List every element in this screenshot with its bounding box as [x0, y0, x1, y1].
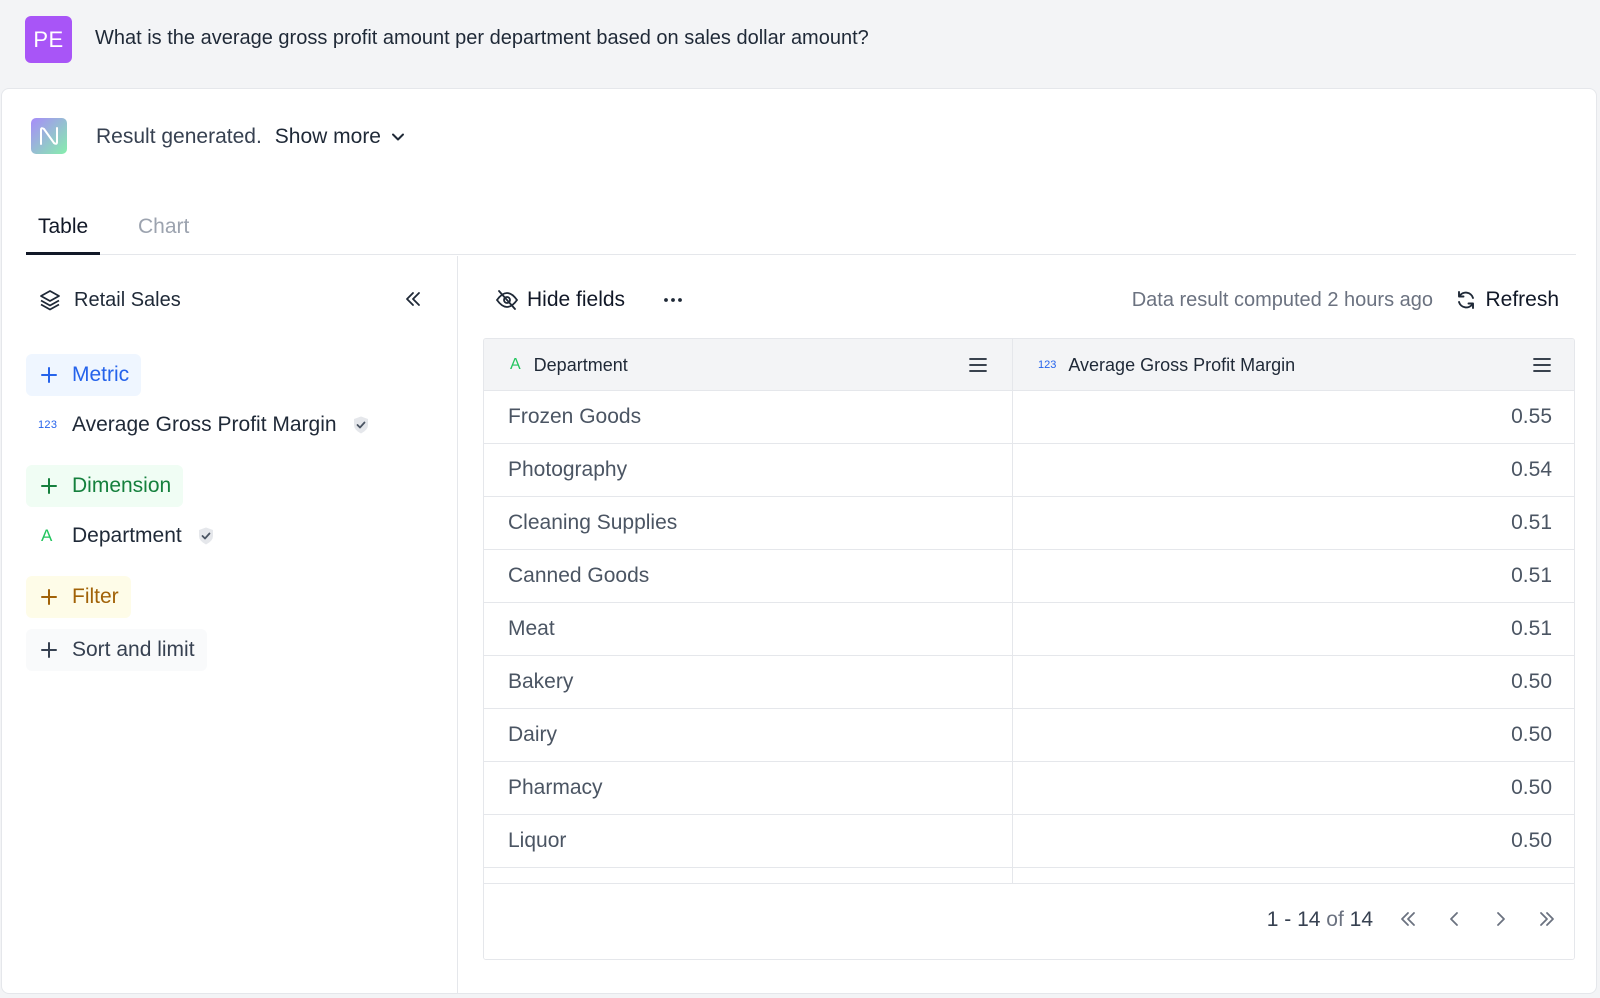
department-cell: Photography [484, 444, 1013, 496]
dimension-field-label: Department [72, 524, 182, 547]
text-type-icon: A [510, 356, 521, 373]
plus-icon [40, 641, 58, 659]
query-builder-sidebar: Retail Sales Metric 123 Average Gross Pr… [2, 256, 458, 994]
column-menu-icon[interactable] [968, 355, 988, 380]
department-cell: Frozen Goods [484, 391, 1013, 443]
table-pagination: 1 - 14 of 14 [484, 883, 1574, 959]
department-cell: Pharmacy [484, 762, 1013, 814]
table-row[interactable]: Gifts 0.49 [484, 868, 1574, 883]
plus-icon [40, 477, 58, 495]
previous-page-icon[interactable] [1443, 908, 1465, 935]
number-type-icon: 123 [38, 419, 58, 431]
table-row[interactable]: Pharmacy 0.50 [484, 762, 1574, 815]
department-cell: Bakery [484, 656, 1013, 708]
column-header-label: Average Gross Profit Margin [1068, 354, 1296, 375]
refresh-label: Refresh [1485, 288, 1559, 311]
eye-off-icon [495, 290, 519, 310]
margin-cell: 0.55 [1511, 405, 1552, 428]
column-header-label: Department [533, 354, 628, 375]
table-row[interactable]: Meat 0.51 [484, 603, 1574, 656]
verified-check-icon [351, 415, 371, 435]
page-of-label: of [1326, 908, 1344, 931]
add-sort-limit-button[interactable]: Sort and limit [26, 629, 207, 671]
text-type-icon: A [41, 526, 53, 545]
metric-field-label: Average Gross Profit Margin [72, 413, 337, 436]
margin-cell: 0.50 [1511, 829, 1552, 852]
results-panel: Hide fields Data result computed 2 hours… [459, 256, 1575, 994]
results-table: A Department 123 Average Gross Profit Ma… [483, 338, 1575, 960]
department-cell: Canned Goods [484, 550, 1013, 602]
column-header-department[interactable]: A Department [484, 339, 1013, 391]
column-menu-icon[interactable] [1532, 355, 1552, 380]
plus-icon [40, 588, 58, 606]
dataset-name: Retail Sales [74, 288, 181, 311]
add-dimension-button[interactable]: Dimension [26, 465, 184, 507]
table-row[interactable]: Canned Goods 0.51 [484, 550, 1574, 603]
dataset-title: Retail Sales [38, 288, 181, 312]
tab-chart[interactable]: Chart [126, 215, 201, 255]
hide-fields-button[interactable]: Hide fields [495, 288, 625, 312]
page-range-info: 1 - 14 of 14 [1267, 908, 1373, 932]
department-cell: Gifts [484, 868, 1013, 883]
last-page-icon[interactable] [1536, 908, 1558, 935]
department-cell: Dairy [484, 709, 1013, 761]
hide-fields-label: Hide fields [527, 288, 626, 311]
margin-cell: 0.50 [1511, 776, 1552, 799]
margin-cell: 0.51 [1511, 511, 1552, 534]
more-options-icon[interactable] [661, 288, 685, 317]
user-avatar: PE [25, 16, 72, 63]
margin-cell: 0.50 [1511, 723, 1552, 746]
assistant-logo-icon [31, 118, 67, 154]
first-page-icon[interactable] [1397, 908, 1419, 935]
margin-cell: 0.51 [1511, 617, 1552, 640]
table-body: Frozen Goods 0.55 Photography 0.54 Clean… [484, 391, 1574, 883]
result-status: Result generated. Show more [96, 125, 405, 149]
question-text: What is the average gross profit amount … [95, 27, 869, 49]
page-range: 1 - 14 [1266, 908, 1321, 931]
question-bar: PE What is the average gross profit amou… [0, 0, 1600, 88]
layers-icon [40, 290, 60, 311]
result-card: Result generated. Show more Table Chart … [1, 88, 1597, 994]
table-row[interactable]: Frozen Goods 0.55 [484, 391, 1574, 444]
chevron-down-icon [392, 133, 404, 141]
tab-table[interactable]: Table [26, 215, 101, 255]
add-filter-button[interactable]: Filter [26, 576, 131, 618]
add-filter-label: Filter [72, 585, 119, 608]
show-more-label: Show more [274, 125, 381, 148]
dimension-field-item[interactable]: A Department [38, 524, 216, 548]
computed-timestamp: Data result computed 2 hours ago [1131, 289, 1433, 311]
table-row[interactable]: Cleaning Supplies 0.51 [484, 497, 1574, 550]
refresh-icon [1458, 291, 1475, 309]
department-cell: Cleaning Supplies [484, 497, 1013, 549]
add-dimension-label: Dimension [72, 474, 172, 497]
collapse-sidebar-icon[interactable] [402, 288, 424, 315]
add-metric-button[interactable]: Metric [26, 354, 142, 396]
column-header-average-gross-profit-margin[interactable]: 123 Average Gross Profit Margin [1013, 339, 1574, 391]
margin-cell: 0.51 [1511, 564, 1552, 587]
refresh-button[interactable]: Refresh [1455, 288, 1559, 312]
margin-cell: 0.50 [1511, 670, 1552, 693]
verified-check-icon [196, 526, 216, 546]
table-row[interactable]: Photography 0.54 [484, 444, 1574, 497]
number-type-icon: 123 [1038, 359, 1057, 371]
table-row[interactable]: Liquor 0.50 [484, 815, 1574, 868]
view-tabs: Table Chart [26, 197, 1576, 255]
table-row[interactable]: Dairy 0.50 [484, 709, 1574, 762]
add-sort-limit-label: Sort and limit [72, 638, 195, 661]
department-cell: Meat [484, 603, 1013, 655]
add-metric-label: Metric [72, 363, 130, 386]
show-more-button[interactable]: Show more [275, 125, 405, 149]
department-cell: Liquor [484, 815, 1013, 867]
plus-icon [40, 366, 58, 384]
next-page-icon[interactable] [1490, 908, 1512, 935]
table-header: A Department 123 Average Gross Profit Ma… [484, 339, 1574, 391]
margin-cell: 0.49 [1013, 868, 1574, 883]
metric-field-item[interactable]: 123 Average Gross Profit Margin [38, 413, 371, 437]
result-status-text: Result generated. [96, 125, 262, 148]
table-row[interactable]: Bakery 0.50 [484, 656, 1574, 709]
margin-cell: 0.54 [1511, 458, 1552, 481]
page-total: 14 [1349, 908, 1373, 931]
